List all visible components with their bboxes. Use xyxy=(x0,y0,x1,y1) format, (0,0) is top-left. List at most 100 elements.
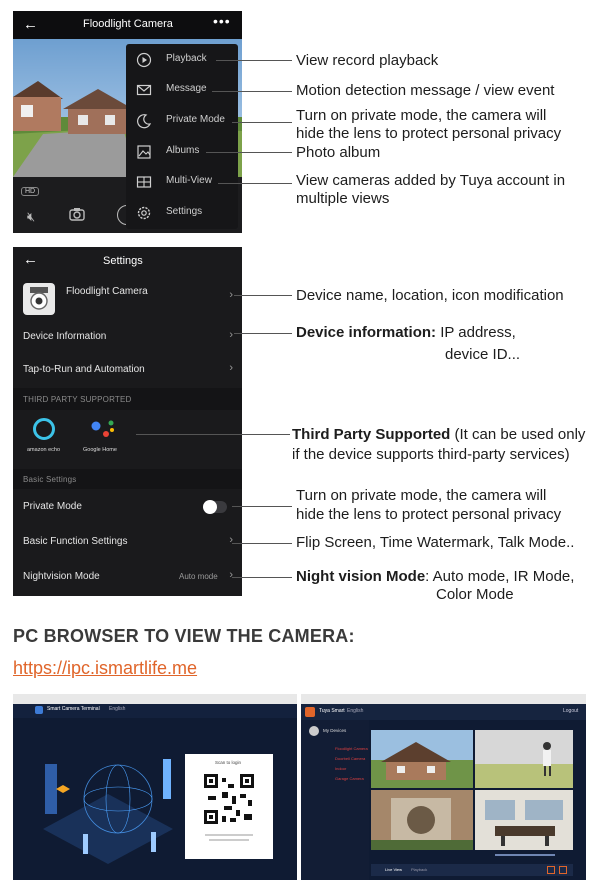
device-name-label: Floodlight Camera xyxy=(66,286,148,297)
qr-login-card: Scan to login xyxy=(185,754,273,859)
chevron-right-icon: › xyxy=(229,534,233,546)
menu-label: Private Mode xyxy=(166,114,225,125)
back-arrow-icon[interactable]: ← xyxy=(23,251,38,268)
leader-line xyxy=(234,295,292,296)
app-header: Tuya Smart English Logout xyxy=(301,704,586,720)
nightvision-row[interactable]: Nightvision Mode Auto mode › xyxy=(13,563,242,591)
ismartlife-link[interactable]: https://ipc.ismartlife.me xyxy=(13,658,197,679)
leader-line xyxy=(218,183,292,184)
browser-toolbar xyxy=(13,694,297,704)
annotation-nightvision-2: Color Mode xyxy=(436,586,514,603)
row-label: Tap-to-Run and Automation xyxy=(23,364,145,375)
device-sidebar: My Devices Floodlight Camera Doorbell Ca… xyxy=(301,720,369,880)
brand-name: Tuya Smart xyxy=(319,708,345,714)
annotation-device-info-2: device ID... xyxy=(445,346,521,363)
menu-label: Message xyxy=(166,83,207,94)
annotation-device-name: Device name, location, icon modification xyxy=(296,287,564,304)
leader-line xyxy=(206,152,292,153)
device-list-item[interactable]: Indoor xyxy=(335,766,346,771)
device-name-row[interactable]: Floodlight Camera › xyxy=(13,277,242,321)
mute-speaker-icon[interactable]: 🔇︎ xyxy=(27,209,35,225)
multiview-grid-icon xyxy=(136,174,152,190)
private-mode-toggle[interactable] xyxy=(203,500,227,514)
camera-feed-3[interactable] xyxy=(371,790,473,850)
section-heading: PC BROWSER TO VIEW THE CAMERA: xyxy=(13,626,355,646)
albums-image-icon xyxy=(136,144,152,160)
annotation-device-info: Device information: IP address, xyxy=(296,324,516,342)
menu-label: Playback xyxy=(166,53,207,64)
google-assistant-icon[interactable] xyxy=(91,420,115,445)
leader-line xyxy=(234,333,292,334)
chevron-right-icon: › xyxy=(229,289,233,301)
alexa-ring-icon[interactable] xyxy=(33,418,55,440)
tab-playback[interactable]: Playback xyxy=(411,867,427,872)
leader-line xyxy=(232,543,292,544)
app-header: Smart Camera Terminal English xyxy=(13,704,297,718)
message-envelope-icon xyxy=(136,82,152,98)
settings-gear-icon xyxy=(136,205,152,221)
logout-link[interactable]: Logout xyxy=(563,708,578,714)
qr-code-icon[interactable] xyxy=(204,774,254,824)
annotation-third-party: Third Party Supported (It can be used on… xyxy=(292,426,585,444)
menu-item-multi-view[interactable]: Multi-View xyxy=(126,167,238,197)
qr-caption: Scan to login xyxy=(215,760,242,765)
tuya-logo-icon xyxy=(305,707,315,717)
back-arrow-icon[interactable]: ← xyxy=(23,16,38,33)
leader-line xyxy=(212,91,292,92)
annotation-text: : Auto mode, IR Mode, xyxy=(425,568,575,585)
annotation-message: Motion detection message / view event xyxy=(296,82,555,99)
tap-to-run-row[interactable]: Tap-to-Run and Automation › xyxy=(13,357,242,385)
avatar xyxy=(309,726,319,736)
language-select[interactable]: English xyxy=(109,706,125,712)
annotation-private-1: Turn on private mode, the camera will xyxy=(296,487,547,504)
fullscreen-icon[interactable] xyxy=(559,866,567,874)
section-title: THIRD PARTY SUPPORTED xyxy=(23,395,132,404)
more-menu: Playback Message Private Mode Albums Mul… xyxy=(126,44,238,229)
annotation-playback: View record playback xyxy=(296,52,439,69)
device-information-row[interactable]: Device Information › xyxy=(13,323,242,351)
language-select[interactable]: English xyxy=(347,708,363,714)
annotation-bold: Third Party Supported xyxy=(292,426,451,443)
device-list-item[interactable]: Garage Camera xyxy=(335,776,364,781)
browser-login-screenshot: Smart Camera Terminal English Scan to lo… xyxy=(13,694,297,880)
playback-icon xyxy=(136,52,152,68)
caption-line xyxy=(209,839,249,841)
camera-feed-4[interactable] xyxy=(475,790,573,850)
isometric-illustration xyxy=(43,759,173,864)
leader-line xyxy=(232,577,292,578)
moon-icon xyxy=(136,113,152,129)
hd-badge[interactable]: HD xyxy=(21,187,40,196)
google-home-label: Google Home xyxy=(83,447,117,453)
alexa-label: amazon echo xyxy=(27,447,61,453)
app-title: Smart Camera Terminal xyxy=(47,706,100,712)
browser-live-view-screenshot: Tuya Smart English Logout My Devices Flo… xyxy=(301,694,586,880)
annotation-multi-view-1: View cameras added by Tuya account in xyxy=(296,172,566,189)
annotation-albums: Photo album xyxy=(296,144,381,161)
camera-feed-2[interactable] xyxy=(475,730,573,788)
annotation-private-mode-2: hide the lens to protect personal privac… xyxy=(296,125,562,142)
row-label: Basic Function Settings xyxy=(23,536,128,547)
view-tabs: Live View Playback xyxy=(371,864,573,876)
leader-line xyxy=(136,434,290,435)
device-list-item[interactable]: Floodlight Camera xyxy=(335,746,368,751)
more-ellipsis-icon[interactable]: ••• xyxy=(213,13,231,29)
annotation-text: (It can be used only xyxy=(450,426,586,443)
menu-item-message[interactable]: Message xyxy=(126,75,238,105)
basic-function-row[interactable]: Basic Function Settings › xyxy=(13,528,242,556)
screenshot-camera-icon[interactable] xyxy=(69,207,85,226)
browser-toolbar xyxy=(301,694,586,704)
device-list-item[interactable]: Doorbell Camera xyxy=(335,756,365,761)
tab-live-view[interactable]: Live View xyxy=(385,867,402,872)
playback-slider[interactable] xyxy=(495,854,555,856)
section-header: Basic Settings xyxy=(13,469,242,489)
camera-feed-1[interactable] xyxy=(371,730,473,788)
annotation-bold: Device information: xyxy=(296,324,437,341)
annotation-multi-view-2: multiple views xyxy=(296,190,390,207)
row-label: Private Mode xyxy=(23,501,82,512)
grid-layout-icon[interactable] xyxy=(547,866,555,874)
menu-label: Multi-View xyxy=(166,175,212,186)
camera-device-icon xyxy=(23,283,55,315)
menu-item-private-mode[interactable]: Private Mode xyxy=(126,106,238,136)
top-bar: ← Floodlight Camera ••• xyxy=(13,11,242,39)
menu-item-settings[interactable]: Settings xyxy=(126,198,238,228)
